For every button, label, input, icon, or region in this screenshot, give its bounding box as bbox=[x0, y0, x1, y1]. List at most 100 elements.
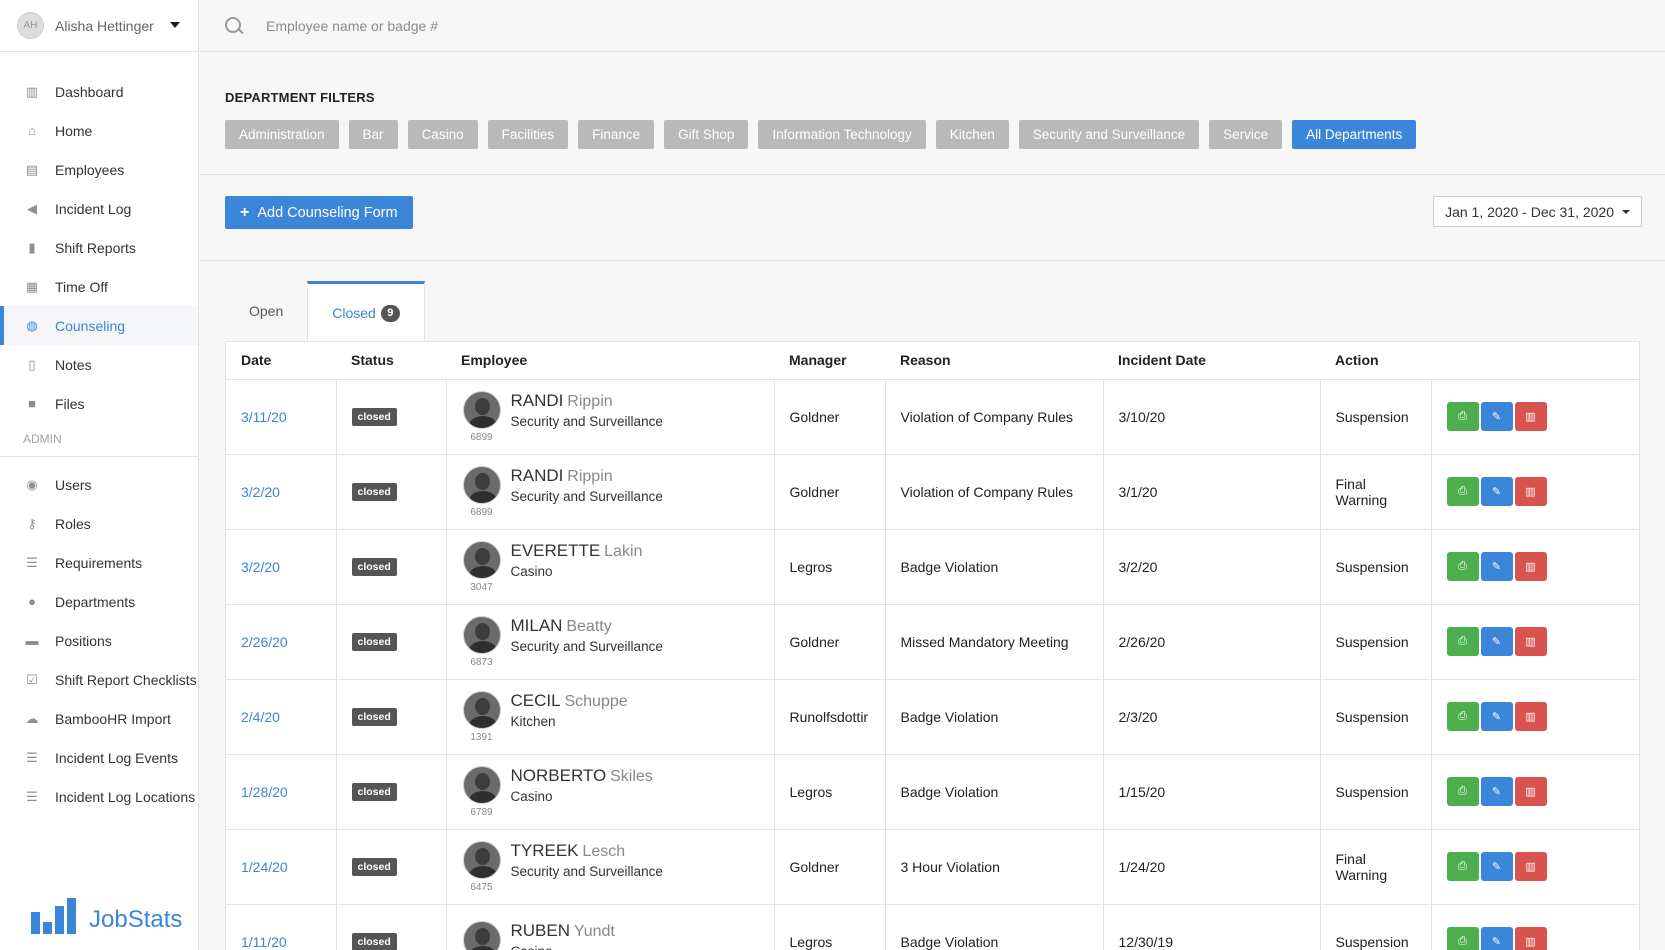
filter-all-departments-button[interactable]: All Departments bbox=[1292, 120, 1417, 149]
print-button[interactable]: ⎙ bbox=[1446, 627, 1479, 656]
action-cell: Final Warning bbox=[1320, 829, 1432, 905]
employee-info: 1391 CECIL Schuppe Kitchen bbox=[462, 690, 774, 743]
date-link[interactable]: 2/4/20 bbox=[241, 709, 280, 725]
sidebar-item-files[interactable]: ■ Files bbox=[0, 384, 198, 423]
pencil-icon: ✎ bbox=[1491, 636, 1502, 648]
caret-down-icon[interactable] bbox=[170, 22, 180, 28]
print-button[interactable]: ⎙ bbox=[1446, 852, 1479, 881]
list-icon: ☰ bbox=[26, 554, 38, 570]
employee-last-name: Rippin bbox=[567, 392, 613, 410]
user-menu[interactable]: AH Alisha Hettinger bbox=[0, 0, 198, 52]
filter-finance-button[interactable]: Finance bbox=[578, 120, 655, 149]
filter-gift-shop-button[interactable]: Gift Shop bbox=[664, 120, 749, 149]
sidebar-item-incident-log-events[interactable]: ☰ Incident Log Events bbox=[0, 738, 198, 777]
manager-cell: Goldner bbox=[774, 379, 886, 455]
sidebar-item-home[interactable]: ⌂ Home bbox=[0, 111, 198, 150]
edit-button[interactable]: ✎ bbox=[1480, 852, 1513, 881]
print-button[interactable]: ⎙ bbox=[1446, 402, 1479, 431]
add-counseling-form-button[interactable]: + Add Counseling Form bbox=[225, 196, 413, 229]
edit-button[interactable]: ✎ bbox=[1480, 402, 1513, 431]
print-button[interactable]: ⎙ bbox=[1446, 927, 1479, 950]
filter-casino-button[interactable]: Casino bbox=[407, 120, 478, 149]
sidebar-item-bamboohr-import[interactable]: ☁ BambooHR Import bbox=[0, 699, 198, 738]
row-actions-cell: ⎙ ✎ ▥ bbox=[1431, 529, 1641, 605]
delete-button[interactable]: ▥ bbox=[1514, 627, 1547, 656]
home-icon: ⌂ bbox=[28, 123, 36, 138]
sidebar-item-incident-log[interactable]: ◀ Incident Log bbox=[0, 189, 198, 228]
date-link[interactable]: 3/2/20 bbox=[241, 559, 280, 575]
sidebar-item-notes[interactable]: ▯ Notes bbox=[0, 345, 198, 384]
date-link[interactable]: 1/11/20 bbox=[241, 934, 287, 950]
manager-cell: Goldner bbox=[774, 829, 886, 905]
employee-name[interactable]: NORBERTO Skiles bbox=[511, 766, 653, 786]
employee-photo bbox=[462, 390, 501, 429]
date-range-picker[interactable]: Jan 1, 2020 - Dec 31, 2020 bbox=[1433, 196, 1642, 227]
filter-service-button[interactable]: Service bbox=[1209, 120, 1283, 149]
employee-name[interactable]: CECIL Schuppe bbox=[511, 691, 628, 711]
employee-first-name: NORBERTO bbox=[510, 765, 607, 785]
delete-button[interactable]: ▥ bbox=[1514, 777, 1547, 806]
tab-closed[interactable]: Closed 9 bbox=[307, 281, 425, 342]
edit-button[interactable]: ✎ bbox=[1480, 927, 1513, 950]
delete-button[interactable]: ▥ bbox=[1514, 927, 1547, 950]
employee-name[interactable]: RUBEN Yundt bbox=[511, 921, 615, 941]
delete-button[interactable]: ▥ bbox=[1514, 402, 1547, 431]
employee-text: RUBEN Yundt Casino bbox=[511, 921, 615, 950]
date-link[interactable]: 3/2/20 bbox=[241, 484, 280, 500]
sidebar-item-incident-log-locations[interactable]: ☰ Incident Log Locations bbox=[0, 777, 198, 816]
check-square-icon: ☑ bbox=[26, 671, 38, 687]
employee-name[interactable]: MILAN Beatty bbox=[511, 616, 663, 636]
employee-photo bbox=[462, 840, 501, 879]
print-button[interactable]: ⎙ bbox=[1446, 477, 1479, 506]
sidebar-item-label: Shift Reports bbox=[55, 239, 136, 256]
sidebar-item-departments[interactable]: ● Departments bbox=[0, 582, 198, 621]
employee-name[interactable]: TYREEK Lesch bbox=[511, 841, 663, 861]
sidebar-item-shift-report-checklists[interactable]: ☑ Shift Report Checklists bbox=[0, 660, 198, 699]
filter-facilities-button[interactable]: Facilities bbox=[487, 120, 569, 149]
status-badge: closed bbox=[351, 558, 397, 576]
print-button[interactable]: ⎙ bbox=[1446, 777, 1479, 806]
badge-number: 6873 bbox=[470, 656, 493, 668]
filter-bar-button[interactable]: Bar bbox=[348, 120, 398, 149]
employee-last-name: Beatty bbox=[566, 617, 612, 635]
employee-name[interactable]: RANDI Rippin bbox=[511, 466, 663, 486]
sidebar-item-requirements[interactable]: ☰ Requirements bbox=[0, 543, 198, 582]
sidebar-item-roles[interactable]: ⚷ Roles bbox=[0, 504, 198, 543]
filter-administration-button[interactable]: Administration bbox=[225, 120, 339, 149]
sidebar-item-dashboard[interactable]: ▥ Dashboard bbox=[0, 72, 198, 111]
delete-button[interactable]: ▥ bbox=[1514, 552, 1547, 581]
delete-button[interactable]: ▥ bbox=[1514, 477, 1547, 506]
tab-open[interactable]: Open bbox=[225, 281, 307, 341]
sidebar-item-users[interactable]: ◉ Users bbox=[0, 465, 198, 504]
edit-button[interactable]: ✎ bbox=[1480, 477, 1513, 506]
employee-text: TYREEK Lesch Security and Surveillance bbox=[511, 841, 663, 879]
print-button[interactable]: ⎙ bbox=[1446, 552, 1479, 581]
date-link[interactable]: 1/24/20 bbox=[241, 859, 288, 875]
delete-button[interactable]: ▥ bbox=[1514, 852, 1547, 881]
status-cell: closed bbox=[336, 454, 447, 530]
edit-button[interactable]: ✎ bbox=[1480, 627, 1513, 656]
date-link[interactable]: 1/28/20 bbox=[241, 784, 288, 800]
edit-button[interactable]: ✎ bbox=[1480, 777, 1513, 806]
sidebar-item-label: Home bbox=[55, 122, 93, 139]
date-link[interactable]: 3/11/20 bbox=[241, 409, 287, 425]
date-link[interactable]: 2/26/20 bbox=[241, 634, 288, 650]
sidebar-item-time-off[interactable]: ▦ Time Off bbox=[0, 267, 198, 306]
print-button[interactable]: ⎙ bbox=[1446, 702, 1479, 731]
filter-kitchen-button[interactable]: Kitchen bbox=[935, 120, 1009, 149]
filter-information-technology-button[interactable]: Information Technology bbox=[758, 120, 926, 149]
briefcase-icon: ▬ bbox=[25, 633, 39, 648]
print-icon: ⎙ bbox=[1458, 935, 1467, 947]
sidebar-item-employees[interactable]: ▤ Employees bbox=[0, 150, 198, 189]
filter-security-and-surveillance-button[interactable]: Security and Surveillance bbox=[1018, 120, 1200, 149]
search-input[interactable] bbox=[266, 17, 866, 34]
sidebar-item-positions[interactable]: ▬ Positions bbox=[0, 621, 198, 660]
edit-button[interactable]: ✎ bbox=[1480, 702, 1513, 731]
sidebar-item-counseling[interactable]: ◍ Counseling bbox=[0, 306, 198, 345]
edit-button[interactable]: ✎ bbox=[1480, 552, 1513, 581]
employee-name[interactable]: RANDI Rippin bbox=[511, 391, 663, 411]
sidebar-item-shift-reports[interactable]: ▮ Shift Reports bbox=[0, 228, 198, 267]
employee-name[interactable]: EVERETTE Lakin bbox=[511, 541, 643, 561]
badge-number: 3047 bbox=[470, 581, 493, 593]
delete-button[interactable]: ▥ bbox=[1514, 702, 1547, 731]
